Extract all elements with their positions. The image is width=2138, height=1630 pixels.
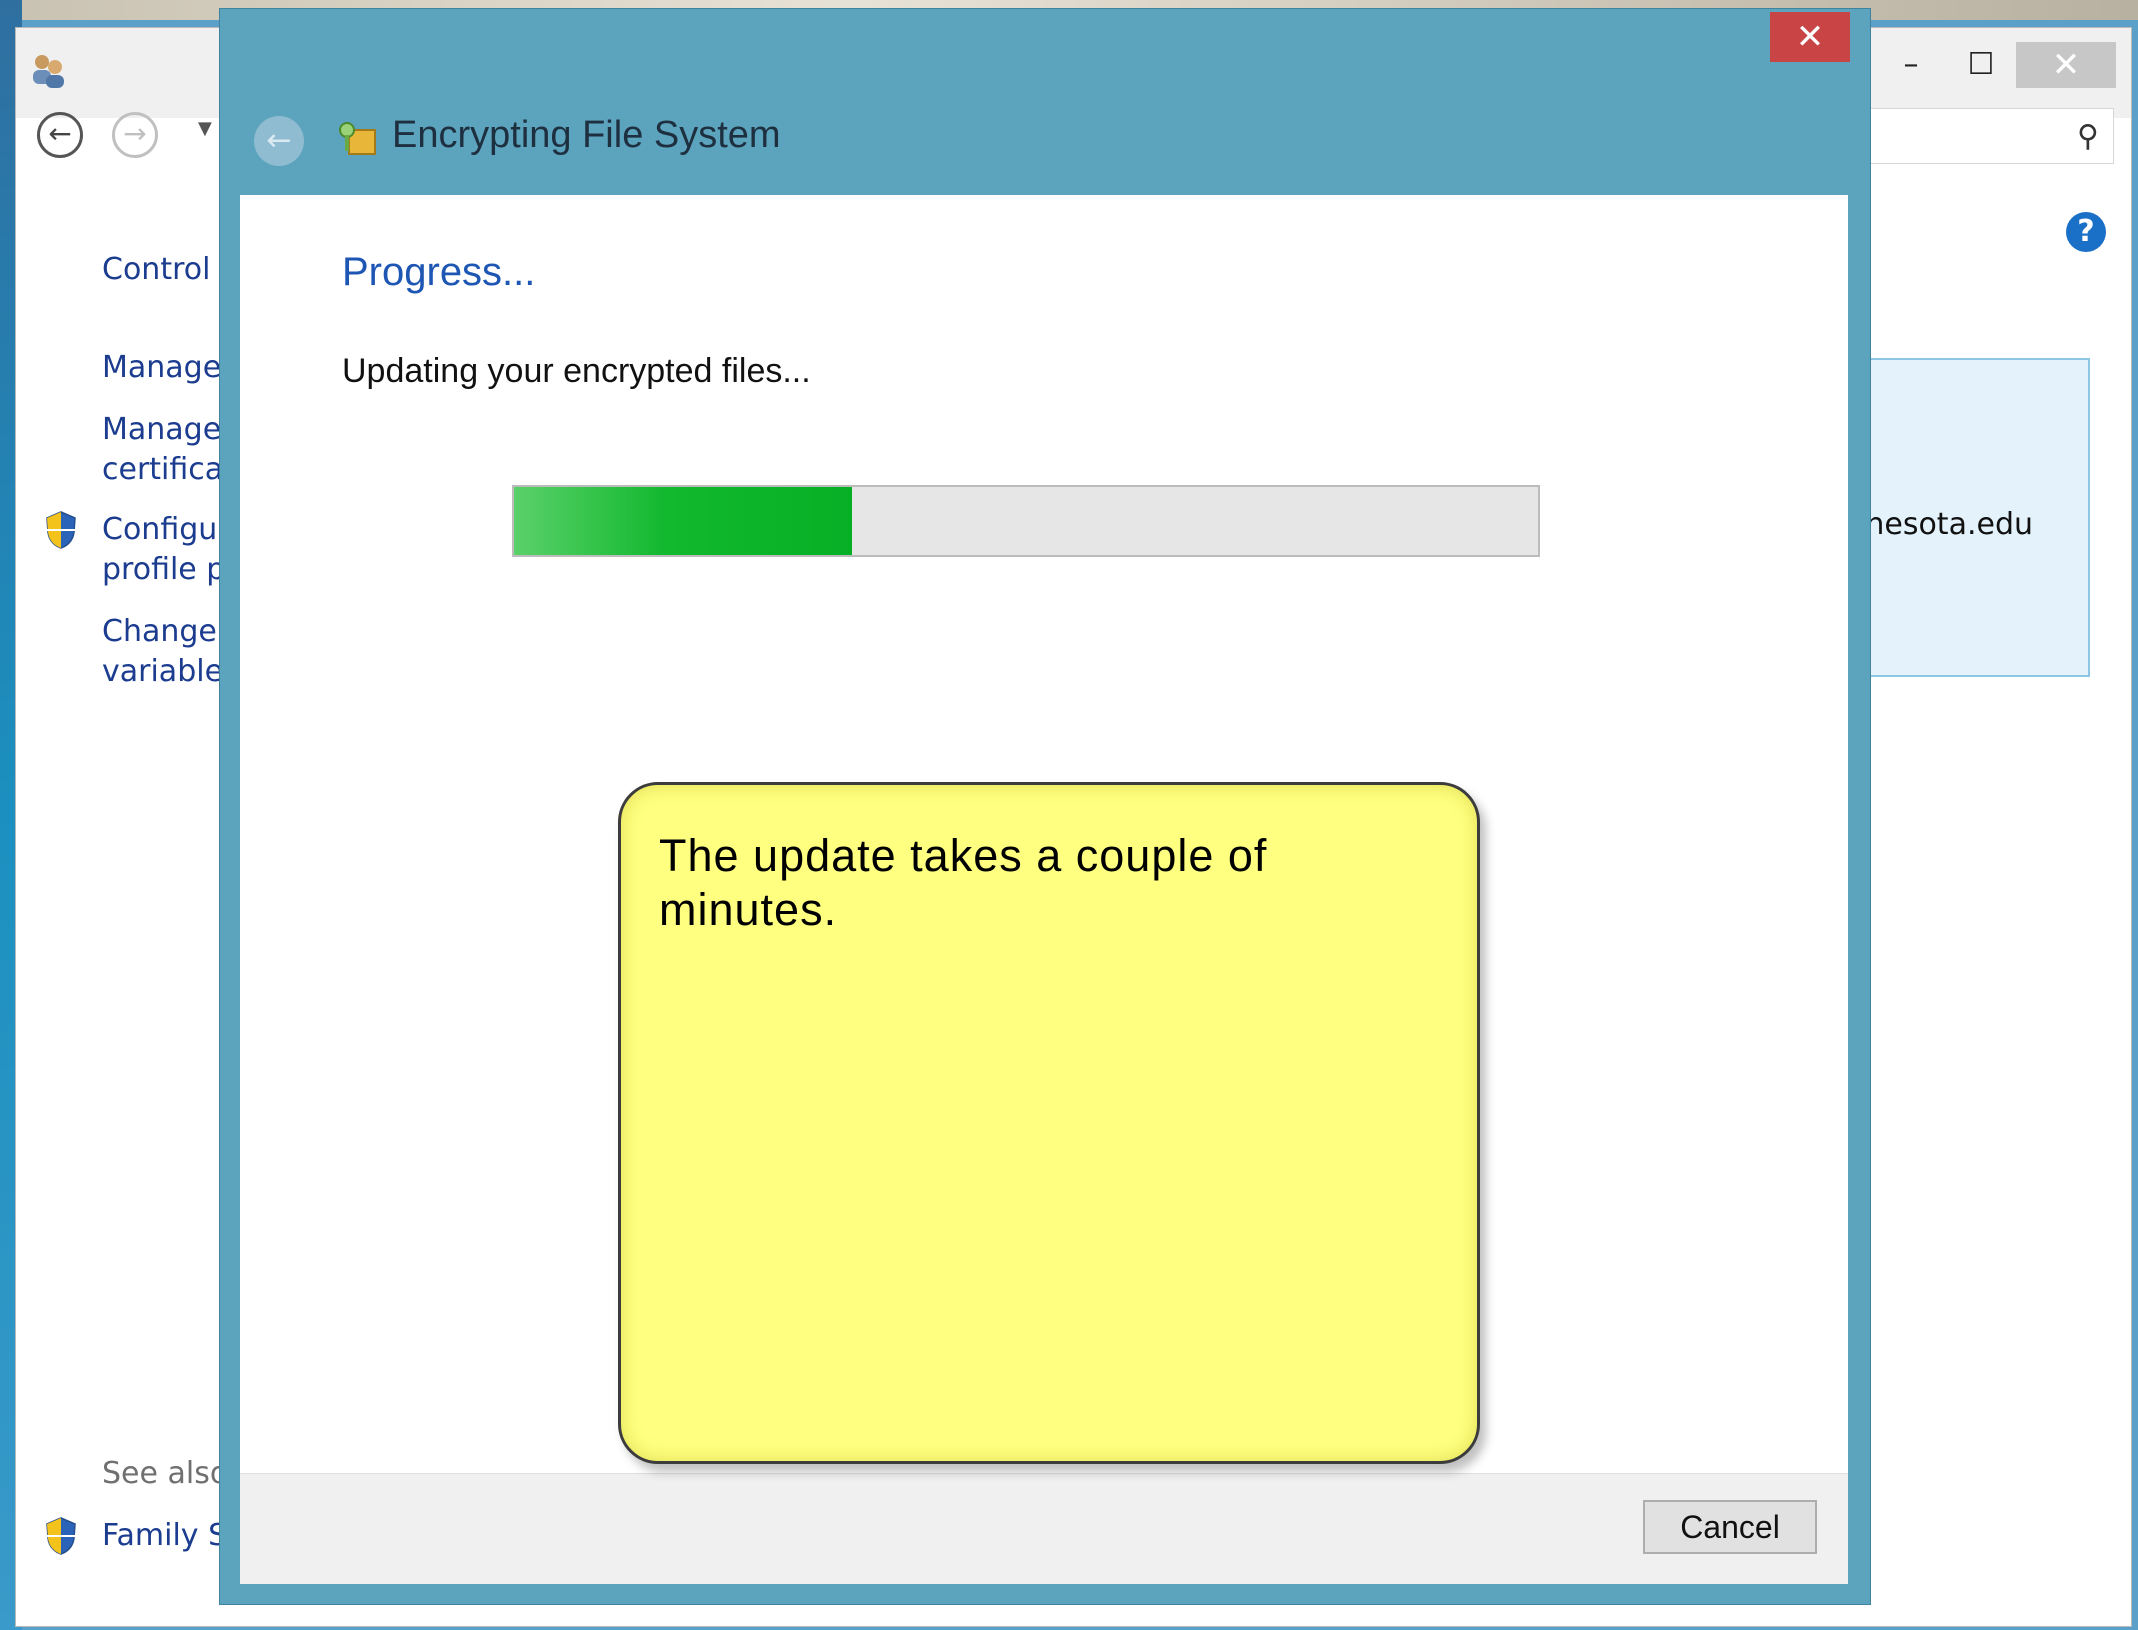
minimize-button[interactable]: – bbox=[1876, 42, 1946, 88]
progress-bar bbox=[512, 485, 1540, 557]
sidebar-item-configure-profile[interactable]: Configu profile p bbox=[102, 510, 225, 590]
status-text: Updating your encrypted files... bbox=[342, 352, 811, 390]
annotation-callout: The update takes a couple of minutes. bbox=[618, 782, 1480, 1464]
see-also-family-safety-link[interactable]: Family S bbox=[102, 1516, 227, 1556]
recent-pages-dropdown-icon[interactable]: ▼ bbox=[198, 118, 212, 139]
maximize-button[interactable]: ☐ bbox=[1946, 42, 2016, 88]
dialog-footer bbox=[240, 1473, 1848, 1584]
sidebar-item-manage-certificates[interactable]: Manage certificat bbox=[102, 410, 235, 490]
see-also-label: See also bbox=[102, 1456, 229, 1491]
sidebar-home-link[interactable]: Control bbox=[102, 250, 210, 290]
close-button[interactable]: ✕ bbox=[2016, 42, 2116, 88]
encryption-key-icon bbox=[339, 122, 376, 155]
forward-arrow-icon[interactable]: → bbox=[112, 112, 158, 158]
back-arrow-icon[interactable]: ← bbox=[37, 112, 83, 158]
uac-shield-icon bbox=[46, 511, 76, 549]
search-icon: ⚲ bbox=[2077, 119, 2099, 154]
dialog-title: Encrypting File System bbox=[392, 114, 781, 156]
page-heading: Progress... bbox=[342, 250, 536, 294]
uac-shield-icon bbox=[46, 1517, 76, 1555]
callout-text: The update takes a couple of minutes. bbox=[659, 830, 1268, 935]
back-arrow-icon[interactable]: ← bbox=[254, 116, 304, 166]
cancel-button[interactable]: Cancel bbox=[1643, 1500, 1817, 1554]
sidebar-item-manage[interactable]: Manage bbox=[102, 348, 221, 388]
help-icon[interactable]: ? bbox=[2066, 212, 2106, 252]
user-accounts-icon bbox=[33, 55, 64, 88]
dialog-close-button[interactable]: ✕ bbox=[1770, 12, 1850, 62]
progress-bar-fill bbox=[514, 487, 852, 555]
